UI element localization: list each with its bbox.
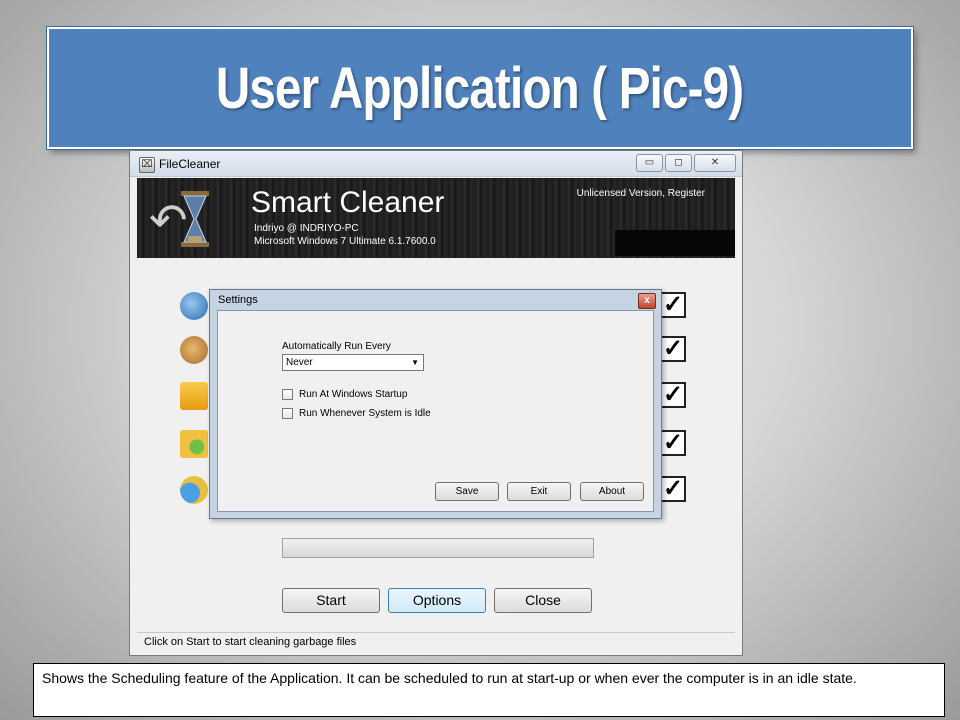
window-titlebar[interactable]: ⌧ FileCleaner ▭ ◻ ✕ (130, 151, 742, 177)
chevron-down-icon: ▼ (411, 358, 419, 367)
history-folder-icon (180, 430, 208, 458)
slide-caption: Shows the Scheduling feature of the Appl… (33, 663, 945, 717)
run-when-idle-checkbox[interactable] (282, 408, 293, 419)
settings-close-icon[interactable]: x (638, 293, 656, 309)
temp-files-icon (180, 476, 208, 504)
slide-title: User Application ( Pic-9) (216, 55, 744, 121)
row-checkbox-4[interactable]: ✓ (660, 430, 686, 456)
app-icon: ⌧ (139, 157, 155, 173)
settings-title: Settings (218, 294, 258, 306)
recent-folder-icon (180, 382, 208, 410)
settings-dialog: Settings x Automatically Run Every Never… (209, 289, 662, 519)
app-name: Smart Cleaner (251, 186, 445, 219)
internet-explorer-icon (180, 292, 208, 320)
run-every-label: Automatically Run Every (282, 341, 391, 352)
window-title: FileCleaner (159, 157, 221, 171)
close-button[interactable]: Close (494, 588, 592, 613)
run-at-startup-option[interactable]: Run At Windows Startup (282, 389, 407, 400)
exit-button[interactable]: Exit (507, 482, 571, 501)
row-checkbox-1[interactable]: ✓ (660, 292, 686, 318)
close-window-button[interactable]: ✕ (694, 154, 736, 172)
about-button[interactable]: About (580, 482, 644, 501)
cleaning-progress-bar (282, 538, 594, 558)
user-info: Indriyo @ INDRIYO-PC (254, 223, 359, 234)
os-info: Microsoft Windows 7 Ultimate 6.1.7600.0 (254, 236, 436, 247)
slide-title-banner: User Application ( Pic-9) (47, 27, 913, 149)
row-checkbox-5[interactable]: ✓ (660, 476, 686, 502)
minimize-button[interactable]: ▭ (636, 154, 663, 172)
window-controls: ▭ ◻ ✕ (634, 154, 736, 172)
app-header: ↶ Smart Cleaner Indriyo @ INDRIYO-PC Mic… (137, 178, 735, 258)
run-at-startup-label: Run At Windows Startup (299, 389, 408, 400)
run-every-dropdown[interactable]: Never ▼ (282, 354, 424, 371)
row-checkbox-2[interactable]: ✓ (660, 336, 686, 362)
settings-body: Automatically Run Every Never ▼ Run At W… (217, 310, 654, 512)
hourglass-icon (181, 191, 209, 247)
maximize-button[interactable]: ◻ (665, 154, 692, 172)
header-decor (615, 230, 735, 256)
row-checkbox-3[interactable]: ✓ (660, 382, 686, 408)
run-when-idle-option[interactable]: Run Whenever System is Idle (282, 408, 431, 419)
options-button[interactable]: Options (388, 588, 486, 613)
refresh-arrow-icon: ↶ (149, 194, 188, 246)
status-bar: Click on Start to start cleaning garbage… (137, 632, 735, 650)
register-link[interactable]: Unlicensed Version, Register (577, 188, 705, 199)
run-at-startup-checkbox[interactable] (282, 389, 293, 400)
save-button[interactable]: Save (435, 482, 499, 501)
cookie-icon (180, 336, 208, 364)
run-every-value: Never (286, 357, 313, 368)
run-when-idle-label: Run Whenever System is Idle (299, 408, 431, 419)
start-button[interactable]: Start (282, 588, 380, 613)
